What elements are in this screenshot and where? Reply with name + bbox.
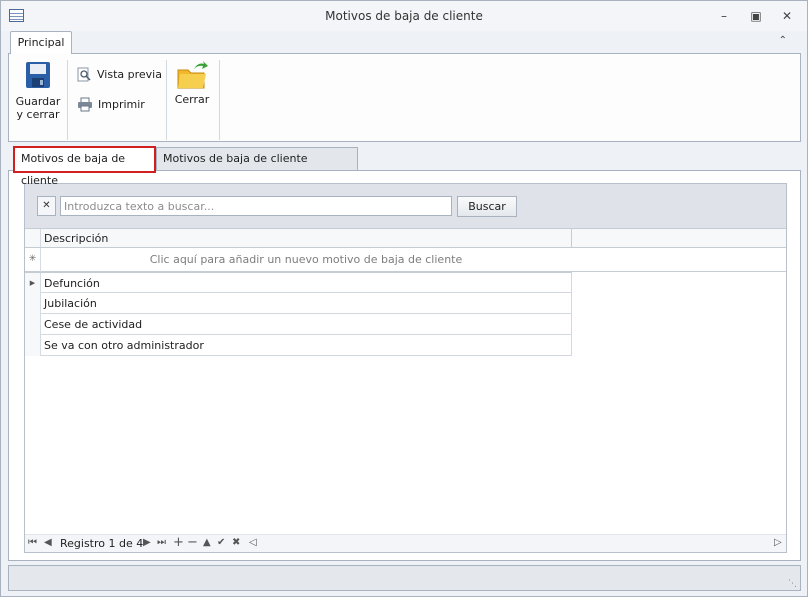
window-title: Motivos de baja de cliente [325, 9, 483, 23]
apply-changes-icon[interactable]: ✔ [217, 537, 225, 548]
collapse-ribbon-icon[interactable]: ⌃ [779, 35, 787, 46]
ribbon-separator [67, 60, 68, 140]
data-grid: ✕ Buscar Descripción ✳ Clic aquí para añ… [24, 183, 787, 553]
cell-descripcion: Defunción [44, 277, 100, 290]
table-row[interactable]: Cese de actividad [25, 314, 572, 335]
search-input[interactable] [60, 196, 452, 216]
window: Motivos de baja de cliente – ▣ ✕ Princip… [0, 0, 808, 597]
scroll-right-icon[interactable]: ▷ [774, 537, 782, 548]
find-panel: ✕ Buscar [25, 184, 786, 228]
title-bar: Motivos de baja de cliente – ▣ ✕ [1, 1, 807, 31]
row-indicator [25, 314, 41, 335]
prev-record-icon[interactable]: ◀ [44, 537, 52, 548]
resize-grip-icon[interactable]: ⋱ [788, 579, 797, 589]
restore-icon[interactable]: ▣ [745, 7, 767, 25]
tab-panel: ✕ Buscar Descripción ✳ Clic aquí para añ… [8, 170, 801, 561]
row-indicator [25, 335, 41, 356]
new-row-hint: Clic aquí para añadir un nuevo motivo de… [149, 253, 463, 266]
delete-record-icon[interactable]: − [187, 535, 198, 550]
cancel-changes-icon[interactable]: ✖ [232, 537, 240, 548]
minimize-icon[interactable]: – [713, 7, 735, 25]
scroll-left-icon[interactable]: ◁ [249, 537, 257, 548]
close-button[interactable]: Cerrar [172, 60, 212, 106]
ribbon-separator [219, 60, 220, 140]
last-record-icon[interactable]: ⏭ [157, 537, 166, 548]
column-header: Descripción [25, 228, 786, 248]
first-record-icon[interactable]: ⏮ [28, 537, 37, 548]
row-indicator-header [25, 229, 41, 247]
save-close-button[interactable]: Guardar y cerrar [15, 60, 61, 121]
ribbon-tab-principal[interactable]: Principal [10, 31, 72, 54]
new-item-row[interactable]: ✳ Clic aquí para añadir un nuevo motivo … [25, 248, 786, 272]
folder-exit-icon [177, 61, 208, 89]
column-divider [571, 272, 572, 356]
save-close-label: Guardar y cerrar [15, 95, 61, 121]
printer-icon [78, 97, 92, 112]
row-indicator [25, 293, 41, 314]
record-counter: Registro 1 de 4 [60, 537, 144, 550]
current-row-icon: ▶ [25, 273, 41, 294]
cell-descripcion: Se va con otro administrador [44, 339, 204, 352]
table-row[interactable]: ▶ Defunción [25, 272, 572, 294]
status-bar: ⋱ [8, 565, 801, 591]
ribbon: Guardar y cerrar Vista previa Imprimir C… [8, 53, 801, 142]
cell-descripcion: Jubilación [44, 297, 97, 310]
preview-button[interactable]: Vista previa [77, 67, 162, 82]
close-label: Cerrar [174, 93, 210, 106]
column-divider [571, 229, 572, 247]
close-icon[interactable]: ✕ [776, 7, 798, 25]
add-record-icon[interactable]: + [173, 535, 184, 550]
search-button[interactable]: Buscar [457, 196, 517, 217]
print-label: Imprimir [98, 98, 145, 111]
print-button[interactable]: Imprimir [77, 97, 145, 112]
magnifier-page-icon [77, 67, 91, 82]
next-record-icon[interactable]: ▶ [143, 537, 151, 548]
new-row-icon: ✳ [25, 248, 41, 272]
clear-search-button[interactable]: ✕ [37, 196, 56, 216]
data-navigator: ⏮ ◀ Registro 1 de 4 ▶ ⏭ + − ▲ ✔ ✖ ◁ ▷ [25, 534, 786, 552]
preview-label: Vista previa [97, 68, 162, 81]
column-descripcion[interactable]: Descripción [44, 232, 108, 245]
floppy-disk-icon [26, 62, 50, 88]
tab-strip: Motivos de baja de cliente Motivos de ba… [8, 146, 801, 187]
edit-record-icon[interactable]: ▲ [203, 537, 211, 548]
cell-descripcion: Cese de actividad [44, 318, 143, 331]
ribbon-tabs: Principal ⌃ [1, 31, 807, 54]
tab-motivos-predefinidos[interactable]: Motivos de baja de cliente predefinidos [156, 147, 358, 187]
tab-motivos[interactable]: Motivos de baja de cliente [13, 146, 156, 187]
table-row[interactable]: Jubilación [25, 293, 572, 314]
ribbon-separator [166, 60, 167, 140]
table-row[interactable]: Se va con otro administrador [25, 335, 572, 356]
